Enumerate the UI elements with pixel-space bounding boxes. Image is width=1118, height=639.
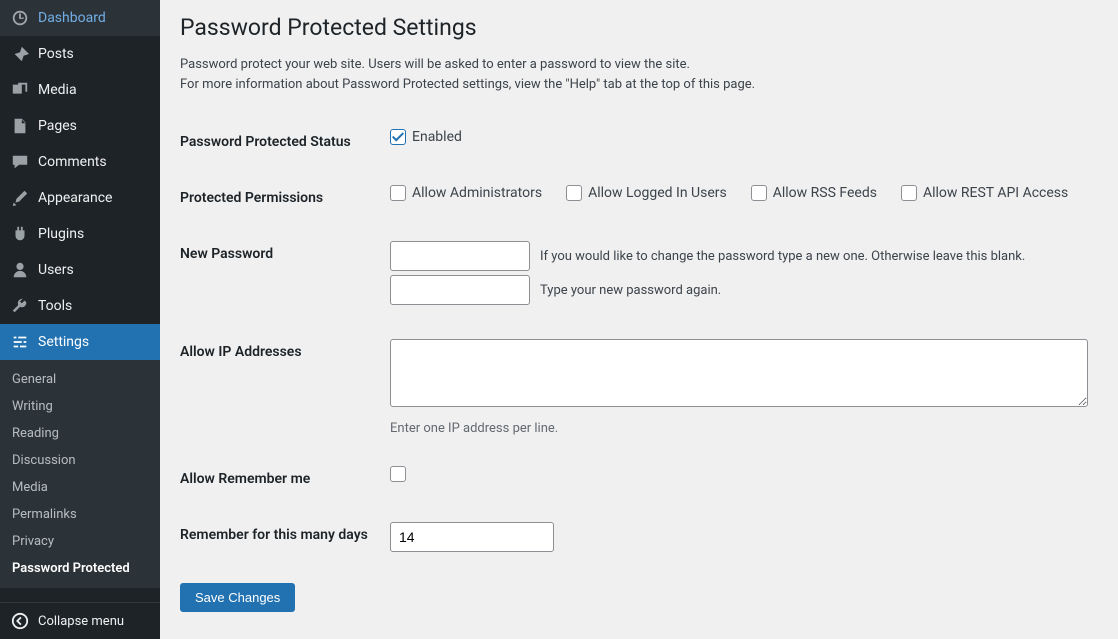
allow-ip-hint: Enter one IP address per line.	[390, 421, 1088, 436]
sidebar-item-appearance[interactable]: Appearance	[0, 180, 160, 216]
allow-ip-textarea[interactable]	[390, 339, 1088, 407]
sliders-icon	[10, 332, 30, 352]
allow-rss-option[interactable]: Allow RSS Feeds	[751, 185, 877, 201]
sidebar-item-settings[interactable]: Settings	[0, 324, 160, 360]
allow-logged-in-checkbox[interactable]	[566, 185, 582, 201]
allow-logged-in-option[interactable]: Allow Logged In Users	[566, 185, 727, 201]
sidebar-item-plugins[interactable]: Plugins	[0, 216, 160, 252]
remember-me-checkbox[interactable]	[390, 466, 406, 482]
submenu-writing[interactable]: Writing	[0, 393, 160, 420]
sidebar-item-dashboard[interactable]: Dashboard	[0, 0, 160, 36]
collapse-menu[interactable]: Collapse menu	[0, 602, 160, 639]
collapse-label: Collapse menu	[38, 614, 124, 629]
submenu-permalinks[interactable]: Permalinks	[0, 501, 160, 528]
page-title: Password Protected Settings	[180, 10, 1098, 41]
enabled-checkbox[interactable]	[390, 129, 406, 145]
remember-days-label: Remember for this many days	[180, 507, 390, 567]
sidebar-item-posts[interactable]: Posts	[0, 36, 160, 72]
submenu-reading[interactable]: Reading	[0, 420, 160, 447]
admin-sidebar: Dashboard Posts Media Pages Comments App…	[0, 0, 160, 639]
submenu-password-protected[interactable]: Password Protected	[0, 555, 160, 582]
sidebar-item-label: Plugins	[38, 226, 84, 242]
remember-days-input[interactable]	[390, 522, 554, 552]
sidebar-item-label: Media	[38, 82, 77, 98]
sidebar-item-label: Appearance	[38, 190, 112, 206]
sidebar-item-label: Comments	[38, 154, 107, 170]
user-icon	[10, 260, 30, 280]
new-password-input[interactable]	[390, 241, 530, 271]
submenu-general[interactable]: General	[0, 366, 160, 393]
confirm-password-input[interactable]	[390, 275, 530, 305]
allow-rss-checkbox[interactable]	[751, 185, 767, 201]
comment-icon	[10, 152, 30, 172]
submenu-media[interactable]: Media	[0, 474, 160, 501]
page-description: Password protect your web site. Users wi…	[180, 55, 1098, 94]
brush-icon	[10, 188, 30, 208]
new-password-label: New Password	[180, 226, 390, 324]
allow-administrators-checkbox[interactable]	[390, 185, 406, 201]
settings-form: Password Protected Status Enabled Protec…	[180, 114, 1098, 567]
collapse-icon	[10, 611, 30, 631]
allow-rest-api-option[interactable]: Allow REST API Access	[901, 185, 1068, 201]
wrench-icon	[10, 296, 30, 316]
sidebar-item-comments[interactable]: Comments	[0, 144, 160, 180]
main-content: Password Protected Settings Password pro…	[160, 0, 1118, 639]
remember-me-label: Allow Remember me	[180, 451, 390, 507]
page-icon	[10, 116, 30, 136]
submenu-privacy[interactable]: Privacy	[0, 528, 160, 555]
enabled-option[interactable]: Enabled	[390, 129, 462, 145]
sidebar-item-label: Tools	[38, 298, 72, 314]
pin-icon	[10, 44, 30, 64]
sidebar-item-label: Dashboard	[38, 10, 106, 26]
submenu-discussion[interactable]: Discussion	[0, 447, 160, 474]
settings-submenu: General Writing Reading Discussion Media…	[0, 360, 160, 588]
plug-icon	[10, 224, 30, 244]
sidebar-item-media[interactable]: Media	[0, 72, 160, 108]
sidebar-item-tools[interactable]: Tools	[0, 288, 160, 324]
allow-rest-api-checkbox[interactable]	[901, 185, 917, 201]
dashboard-icon	[10, 8, 30, 28]
sidebar-item-label: Users	[38, 262, 74, 278]
sidebar-item-label: Settings	[38, 334, 89, 350]
sidebar-item-pages[interactable]: Pages	[0, 108, 160, 144]
new-password-hint: If you would like to change the password…	[540, 249, 1025, 264]
media-icon	[10, 80, 30, 100]
sidebar-item-label: Pages	[38, 118, 77, 134]
confirm-password-hint: Type your new password again.	[540, 283, 721, 298]
status-label: Password Protected Status	[180, 114, 390, 170]
sidebar-item-users[interactable]: Users	[0, 252, 160, 288]
save-changes-button[interactable]: Save Changes	[180, 583, 295, 612]
allow-ip-label: Allow IP Addresses	[180, 324, 390, 451]
sidebar-item-label: Posts	[38, 46, 74, 62]
allow-administrators-option[interactable]: Allow Administrators	[390, 185, 542, 201]
permissions-label: Protected Permissions	[180, 170, 390, 226]
